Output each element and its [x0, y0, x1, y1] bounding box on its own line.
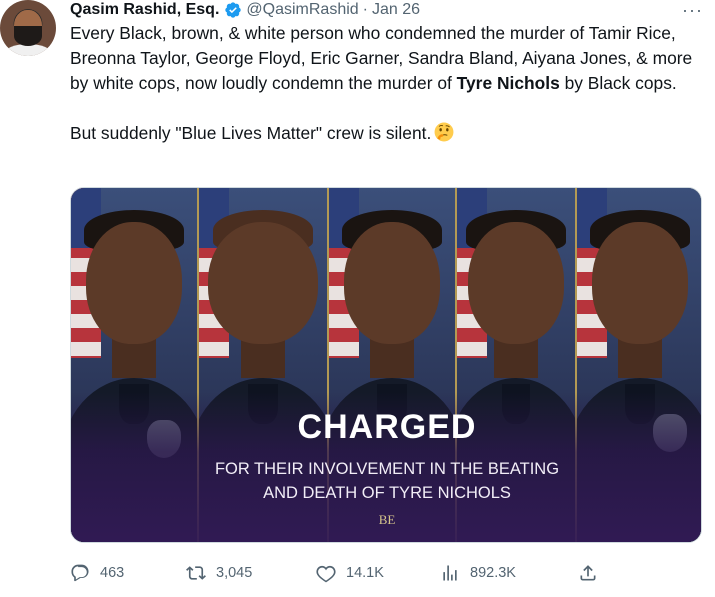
retweet-button[interactable]: 3,045	[186, 562, 252, 584]
media-subline-1: FOR THEIR INVOLVEMENT IN THE BEATING	[214, 460, 560, 478]
reply-button[interactable]: 463	[70, 562, 124, 584]
reply-count: 463	[100, 565, 125, 581]
tweet-text: Every Black, brown, & white person who c…	[70, 21, 702, 146]
like-button[interactable]: 14.1K	[316, 562, 384, 584]
tweet-media-image[interactable]: CHARGED FOR THEIR INVOLVEMENT IN THE BEA…	[70, 187, 702, 543]
share-icon	[580, 565, 596, 581]
author-avatar[interactable]	[0, 0, 56, 56]
verified-badge-icon	[225, 2, 242, 18]
tweet-paragraph-2: But suddenly "Blue Lives Matter" crew is…	[70, 121, 702, 146]
tweet-action-bar: 463 3,045 14.1K 892.3K	[70, 562, 610, 584]
more-options-icon[interactable]: ···	[682, 0, 703, 21]
media-subline-2: AND DEATH OF TYRE NICHOLS	[263, 484, 511, 502]
views-count: 892.3K	[470, 565, 516, 581]
media-headline: CHARGED	[297, 408, 477, 446]
retweet-count: 3,045	[216, 565, 253, 581]
retweet-icon	[186, 566, 206, 580]
views-chart-icon	[443, 565, 457, 581]
thinking-face-icon	[434, 122, 454, 142]
reply-icon	[71, 564, 89, 582]
media-brand-logo: BE	[378, 512, 396, 527]
heart-icon	[316, 565, 336, 583]
header-separator: ·	[362, 1, 368, 18]
like-count: 14.1K	[346, 565, 384, 581]
tweet-paragraph-1: Every Black, brown, & white person who c…	[70, 21, 702, 96]
tweet-text-part2: by Black cops.	[559, 73, 677, 93]
tweet-text-line2: But suddenly "Blue Lives Matter" crew is…	[70, 123, 432, 143]
author-handle[interactable]: @QasimRashid	[246, 1, 358, 19]
avatar-beard	[14, 26, 42, 46]
tweet-text-bold: Tyre Nichols	[456, 73, 560, 93]
views-button[interactable]: 892.3K	[440, 562, 516, 584]
tweet-date[interactable]: Jan 26	[372, 1, 420, 19]
tweet-header: Qasim Rashid, Esq. @QasimRashid · Jan 26	[70, 0, 420, 20]
author-name[interactable]: Qasim Rashid, Esq.	[70, 1, 219, 19]
share-button[interactable]	[578, 562, 608, 584]
